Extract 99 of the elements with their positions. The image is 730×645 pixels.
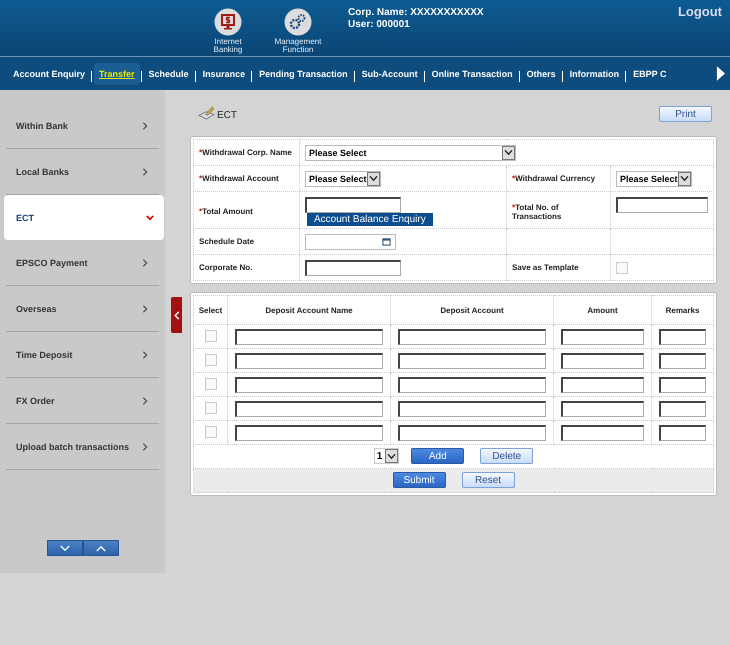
corp-name-dropdown[interactable]: Please Select [305, 144, 516, 160]
nav-tab[interactable]: Sub-Account [356, 62, 423, 84]
amount-input[interactable] [561, 424, 644, 440]
app-label[interactable]: Management Function [272, 38, 324, 54]
nav-tab[interactable]: Online Transaction [426, 62, 518, 84]
gears-icon[interactable] [284, 8, 312, 36]
column-header: Amount [554, 296, 652, 324]
chevron-down-icon [146, 214, 154, 222]
logout-link[interactable]: Logout [678, 4, 722, 19]
chevron-left-icon [174, 310, 180, 320]
account-input[interactable] [398, 352, 546, 368]
nav-tab[interactable]: Pending Transaction [254, 62, 353, 84]
caret-down-icon [504, 149, 513, 156]
amount-input[interactable] [561, 400, 644, 416]
collapse-tab[interactable] [171, 297, 182, 333]
caret-down-icon [680, 175, 689, 182]
amount-input[interactable] [561, 352, 644, 368]
account-input[interactable] [398, 424, 546, 440]
field-label: *Withdrawal Account [199, 174, 279, 183]
nav-tab[interactable]: Transfer [94, 62, 140, 84]
account-name-input[interactable] [235, 328, 383, 344]
chevron-right-icon [141, 442, 149, 450]
sidebar-item[interactable]: Overseas [6, 286, 159, 332]
row-count-dropdown[interactable]: 1 [374, 448, 400, 464]
sidebar-item[interactable]: Within Bank [6, 103, 159, 149]
account-dropdown[interactable]: Please Select [305, 170, 381, 186]
sidebar-item[interactable]: Time Deposit [6, 332, 159, 378]
row-checkbox[interactable] [204, 330, 216, 342]
right-arrow-icon[interactable] [716, 66, 725, 81]
chevron-right-icon [141, 350, 149, 358]
remarks-input[interactable] [659, 352, 706, 368]
amount-input[interactable] [561, 328, 644, 344]
date-field[interactable] [305, 234, 396, 250]
field-label: *Withdrawal Currency [512, 174, 596, 183]
print-button[interactable]: Print [659, 106, 712, 122]
account-name-input[interactable] [235, 424, 383, 440]
nav-tab[interactable]: Schedule [144, 62, 194, 84]
calendar-icon[interactable] [382, 237, 391, 246]
chevron-up-icon [96, 544, 106, 552]
row-checkbox[interactable] [204, 354, 216, 366]
column-header: Deposit Account [390, 296, 554, 324]
row-checkbox[interactable] [204, 378, 216, 390]
transactions-input[interactable] [616, 197, 708, 213]
sidebar-item[interactable]: EPSCO Payment [6, 240, 159, 286]
amount-input[interactable] [305, 197, 401, 213]
reset-button[interactable]: Reset [462, 472, 514, 488]
field-label: Save as Template [512, 263, 579, 272]
currency-dropdown[interactable]: Please Select [616, 170, 692, 186]
chevron-right-icon [141, 122, 149, 130]
account-input[interactable] [398, 328, 546, 344]
row-checkbox[interactable] [204, 402, 216, 414]
nav-tab[interactable]: Account Enquiry [8, 62, 90, 84]
remarks-input[interactable] [659, 424, 706, 440]
monitor-dollar-icon[interactable] [214, 8, 242, 36]
field-label: Corporate No. [199, 263, 252, 272]
balance-enquiry-link[interactable]: Account Balance Enquiry [307, 213, 433, 226]
sidebar-item[interactable]: ECT [4, 195, 164, 240]
nav-tab[interactable]: Others [522, 62, 561, 84]
nav-tab[interactable]: Information [564, 62, 624, 84]
account-name-input[interactable] [235, 376, 383, 392]
column-header: Remarks [652, 296, 714, 324]
scroll-down-button[interactable] [46, 540, 82, 556]
chevron-down-icon [60, 544, 70, 552]
nav-tab[interactable]: EBPP C [628, 62, 672, 84]
chevron-right-icon [141, 396, 149, 404]
field-label: *Withdrawal Corp. Name [199, 148, 292, 157]
field-label: *Total Amount [199, 207, 253, 216]
caret-down-icon [368, 175, 378, 182]
pen-paper-icon [198, 106, 215, 121]
caret-down-icon [387, 452, 396, 460]
amount-input[interactable] [561, 376, 644, 392]
remarks-input[interactable] [659, 400, 706, 416]
remarks-input[interactable] [659, 376, 706, 392]
delete-button[interactable]: Delete [480, 448, 534, 464]
sidebar-item[interactable]: Upload batch transactions [6, 424, 159, 470]
add-button[interactable]: Add [411, 448, 464, 464]
column-header: Deposit Account Name [228, 296, 390, 324]
nav-tab[interactable]: Insurance [198, 62, 250, 84]
remarks-input[interactable] [659, 328, 706, 344]
field-label: *Total No. of Transactions [512, 202, 562, 220]
template-checkbox[interactable] [616, 262, 628, 274]
user-id: User: 000001 [348, 19, 411, 31]
row-checkbox[interactable] [204, 426, 216, 438]
chevron-right-icon [141, 168, 149, 176]
account-input[interactable] [398, 400, 546, 416]
sidebar-item[interactable]: FX Order [6, 378, 159, 424]
app-label[interactable]: Internet Banking [202, 38, 254, 54]
page-title: ECT [217, 110, 237, 121]
account-input[interactable] [398, 376, 546, 392]
corporate-no-input[interactable] [305, 260, 401, 276]
field-label: Schedule Date [199, 237, 254, 246]
scroll-up-button[interactable] [82, 540, 118, 556]
submit-button[interactable]: Submit [392, 472, 446, 488]
account-name-input[interactable] [235, 352, 383, 368]
column-header: Select [194, 296, 228, 324]
account-name-input[interactable] [235, 400, 383, 416]
chevron-right-icon [141, 304, 149, 312]
chevron-right-icon [141, 258, 149, 266]
corp-name: Corp. Name: XXXXXXXXXXX [348, 7, 484, 19]
